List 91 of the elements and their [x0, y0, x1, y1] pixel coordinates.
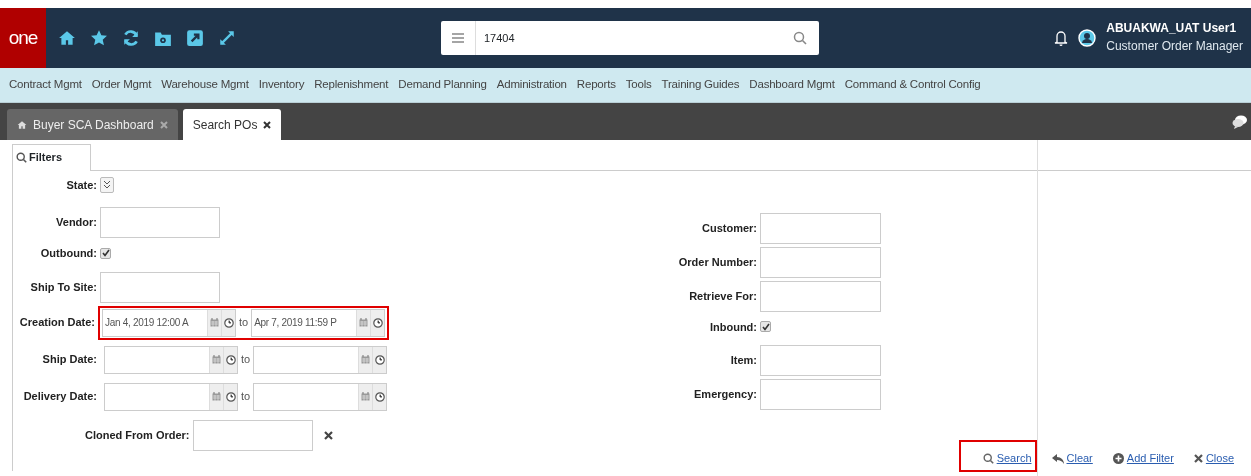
- menu-item[interactable]: Reports: [576, 76, 616, 94]
- user-avatar-icon[interactable]: [1078, 29, 1097, 47]
- menu-item[interactable]: Command & Control Config: [844, 76, 981, 94]
- date-value: Jan 4, 2019 12:00 A: [104, 316, 190, 330]
- external-link-icon[interactable]: [186, 29, 204, 47]
- dropdown-toggle[interactable]: [100, 176, 114, 193]
- close-link[interactable]: Close: [1191, 440, 1239, 472]
- folder-gear-icon[interactable]: [154, 29, 172, 47]
- refresh-icon[interactable]: [122, 29, 140, 47]
- menu-icon[interactable]: [452, 32, 464, 44]
- text-field[interactable]: [760, 246, 881, 278]
- home-icon[interactable]: [58, 29, 76, 47]
- date-time-field[interactable]: [104, 382, 238, 411]
- text-field[interactable]: [100, 271, 220, 303]
- clock-icon[interactable]: [223, 317, 234, 328]
- text-field[interactable]: [760, 379, 881, 410]
- calendar-icon[interactable]: [212, 392, 221, 401]
- field-label: Order Number:: [677, 254, 757, 270]
- star-icon[interactable]: [90, 29, 108, 47]
- field-label: Item:: [729, 353, 757, 369]
- tab[interactable]: Search POs: [182, 109, 282, 140]
- text-field[interactable]: [760, 212, 881, 244]
- search-icon[interactable]: [793, 31, 807, 45]
- checkbox[interactable]: [760, 321, 771, 333]
- menu-item[interactable]: Demand Planning: [398, 76, 487, 94]
- clear-icon[interactable]: [323, 430, 333, 440]
- expand-icon[interactable]: [218, 29, 236, 47]
- to-label: to: [241, 389, 251, 405]
- calendar-icon[interactable]: [361, 355, 371, 364]
- clock-icon[interactable]: [372, 317, 383, 328]
- field-label: Retrieve For:: [688, 288, 757, 304]
- field-label: Creation Date:: [18, 315, 95, 331]
- calendar-icon[interactable]: [212, 355, 221, 364]
- date-time-field[interactable]: Apr 7, 2019 11:59 P: [251, 308, 386, 337]
- menu-item[interactable]: Administration: [496, 76, 567, 94]
- menu-item[interactable]: Replenishment: [314, 76, 389, 94]
- field-label: Customer:: [701, 220, 757, 236]
- field-label: Cloned From Order:: [85, 427, 190, 443]
- field-label: Emergency:: [693, 387, 757, 403]
- clock-icon[interactable]: [374, 354, 385, 365]
- plus-circle-icon: [1112, 452, 1124, 464]
- bell-icon[interactable]: [1054, 29, 1069, 47]
- close-icon[interactable]: [263, 120, 272, 129]
- undo-arrow-icon: [1051, 452, 1064, 464]
- tab[interactable]: Buyer SCA Dashboard: [7, 109, 178, 140]
- search-icon: [982, 452, 994, 464]
- menu-item[interactable]: Tools: [625, 76, 652, 94]
- date-time-field[interactable]: [253, 382, 388, 411]
- text-field[interactable]: [760, 280, 881, 312]
- close-icon: [1193, 453, 1203, 463]
- field-label: Ship To Site:: [29, 279, 97, 295]
- search-link[interactable]: Search: [958, 440, 1037, 472]
- clear-link[interactable]: Clear: [1049, 440, 1098, 472]
- menu-item[interactable]: Training Guides: [661, 76, 740, 94]
- chevron-down-icon: [103, 180, 111, 190]
- search-field[interactable]: 17404: [441, 21, 819, 55]
- field-label: Vendor:: [55, 215, 97, 231]
- home-icon: [17, 119, 27, 130]
- filters-tab[interactable]: Filters: [12, 144, 91, 171]
- to-label: to: [239, 315, 249, 331]
- field-label: State:: [65, 177, 97, 193]
- search-icon: [16, 151, 27, 163]
- date-time-field[interactable]: [253, 345, 388, 374]
- chat-icon[interactable]: [1232, 113, 1248, 130]
- field-label: Ship Date:: [41, 352, 97, 368]
- menu-item[interactable]: Contract Mgmt: [9, 76, 82, 94]
- clock-icon[interactable]: [374, 391, 385, 402]
- field-label: Outbound:: [39, 246, 97, 261]
- menu-item[interactable]: Warehouse Mgmt: [161, 76, 249, 94]
- clock-icon[interactable]: [225, 391, 236, 402]
- user-role: Customer Order Manager: [1106, 37, 1243, 55]
- menu-item[interactable]: Dashboard Mgmt: [749, 76, 835, 94]
- menu-item[interactable]: Order Mgmt: [91, 76, 152, 94]
- calendar-icon[interactable]: [210, 318, 219, 327]
- text-field[interactable]: [100, 207, 220, 238]
- menu-item[interactable]: Inventory: [258, 76, 305, 94]
- logo[interactable]: one: [0, 8, 46, 68]
- date-value: Apr 7, 2019 11:59 P: [253, 316, 338, 330]
- calendar-icon[interactable]: [359, 318, 369, 327]
- calendar-icon[interactable]: [361, 392, 371, 401]
- text-field[interactable]: [760, 345, 881, 376]
- clock-icon[interactable]: [225, 354, 236, 365]
- user-name: ABUAKWA_UAT User1: [1106, 21, 1238, 37]
- checkbox[interactable]: [100, 247, 111, 259]
- add-link[interactable]: Add Filter: [1110, 440, 1179, 472]
- text-field[interactable]: [192, 419, 313, 451]
- date-time-field[interactable]: Jan 4, 2019 12:00 A: [102, 308, 236, 337]
- field-label: Delivery Date:: [22, 389, 97, 405]
- date-time-field[interactable]: [104, 345, 238, 374]
- field-label: Inbound:: [708, 319, 757, 335]
- to-label: to: [241, 352, 251, 368]
